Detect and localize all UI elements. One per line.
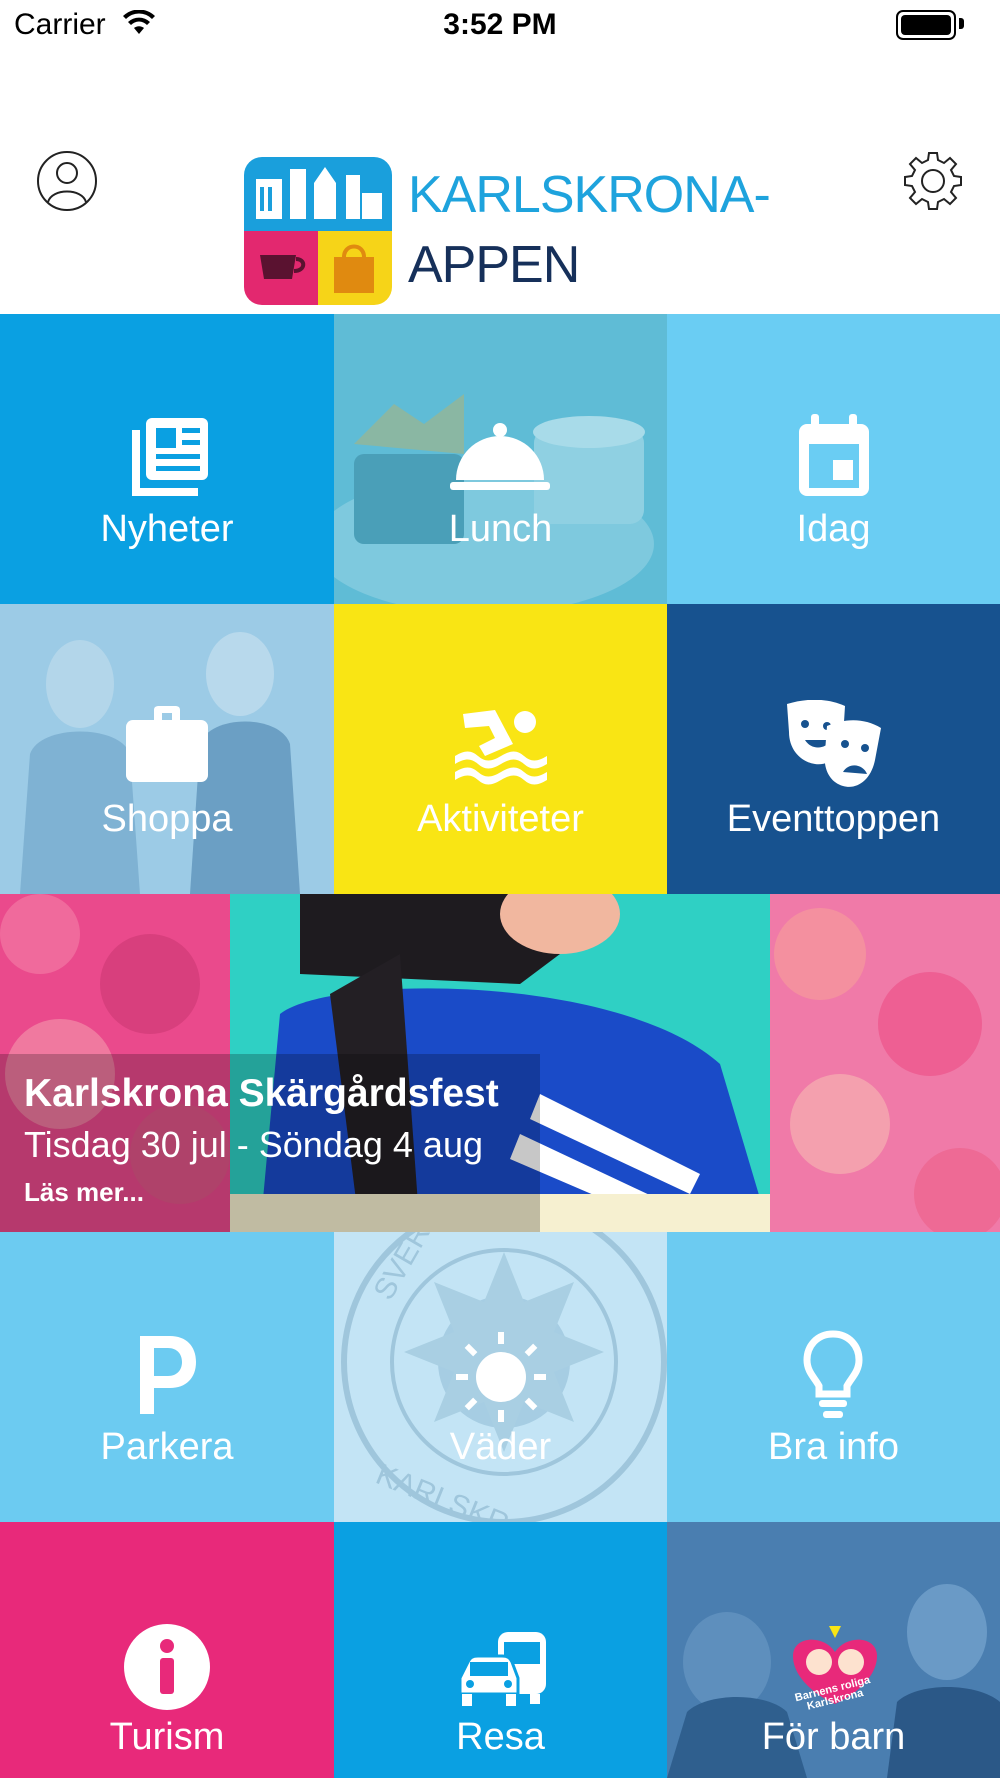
tile-lunch[interactable]: Lunch: [334, 314, 667, 604]
tile-label: Turism: [109, 1716, 225, 1758]
menu-grid: Nyheter Lunch Idag Shoppa Aktiviteter Ev…: [0, 314, 1000, 1778]
briefcase-icon: [126, 706, 208, 782]
tile-bra-info[interactable]: Bra info: [667, 1232, 1000, 1522]
tile-label: Aktiviteter: [417, 798, 584, 840]
battery-tip: [959, 18, 964, 29]
tile-label: Parkera: [100, 1426, 234, 1468]
tile-vader[interactable]: SVER KARLSKRONA Väder: [334, 1232, 667, 1522]
tile-turism[interactable]: Turism: [0, 1522, 334, 1778]
status-bar: Carrier 3:52 PM: [0, 0, 1000, 50]
tile-for-barn[interactable]: Barnens roliga Karlskrona För barn: [667, 1522, 1000, 1778]
tile-label: Resa: [456, 1716, 545, 1758]
parking-icon: [140, 1336, 196, 1414]
tile-label: Eventtoppen: [726, 798, 941, 840]
battery-icon: [896, 10, 956, 40]
calendar-icon: [799, 414, 869, 496]
tile-label: Nyheter: [100, 508, 234, 550]
event-banner[interactable]: Karlskrona Skärgårdsfest Tisdag 30 jul -…: [0, 894, 1000, 1232]
clock: 3:52 PM: [443, 8, 557, 41]
tile-label: Idag: [796, 508, 871, 550]
banner-date: Tisdag 30 jul - Söndag 4 aug: [24, 1124, 483, 1165]
banner-image: [0, 894, 1000, 1232]
gear-icon[interactable]: [902, 150, 964, 212]
banner-title: Karlskrona Skärgårdsfest: [24, 1072, 499, 1115]
app-header: KARLSKRONA- APPEN: [0, 50, 1000, 314]
sun-icon: [456, 1332, 546, 1422]
tile-eventtoppen[interactable]: Eventtoppen: [667, 604, 1000, 894]
tile-idag[interactable]: Idag: [667, 314, 1000, 604]
cloche-icon: [450, 423, 550, 490]
tile-resa[interactable]: Resa: [334, 1522, 667, 1778]
newspaper-icon: [132, 418, 208, 496]
car-bus-icon: [458, 1632, 546, 1706]
stamp-top-text: SVER: [367, 1232, 436, 1306]
lightbulb-icon: [803, 1330, 863, 1418]
tile-shoppa[interactable]: Shoppa: [0, 604, 334, 894]
app-subtitle: APPEN: [408, 236, 580, 294]
info-icon: [124, 1624, 210, 1710]
tile-label: För barn: [761, 1716, 906, 1758]
app-title: KARLSKRONA-: [408, 166, 771, 224]
tile-label: Väder: [449, 1426, 552, 1468]
tile-nyheter[interactable]: Nyheter: [0, 314, 334, 604]
tile-label: Lunch: [448, 508, 553, 550]
tile-aktiviteter[interactable]: Aktiviteter: [334, 604, 667, 894]
swimmer-icon: [455, 710, 547, 785]
app-logo: [244, 157, 392, 305]
profile-icon[interactable]: [36, 150, 98, 212]
tile-label: Shoppa: [101, 798, 233, 840]
tile-label: Bra info: [768, 1426, 899, 1468]
read-more-link[interactable]: Läs mer...: [24, 1177, 144, 1208]
tile-parkera[interactable]: Parkera: [0, 1232, 334, 1522]
theater-masks-icon: [787, 700, 881, 787]
